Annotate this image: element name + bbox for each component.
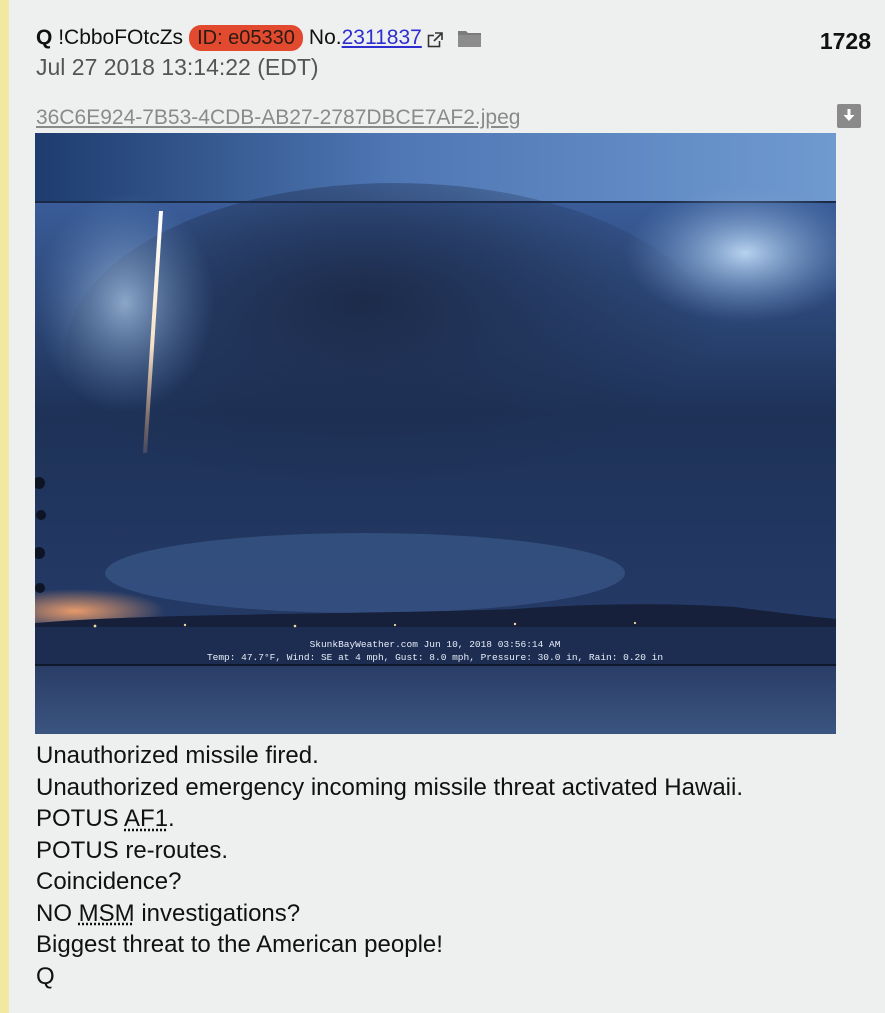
body-line: Biggest threat to the American people! — [36, 931, 443, 958]
post-number-link[interactable]: 2311837 — [342, 26, 422, 50]
body-line: Unauthorized emergency incoming missile … — [36, 773, 743, 801]
post-date: Jul 27 2018 13:14:22 (EDT) — [36, 54, 319, 80]
download-icon[interactable] — [837, 104, 861, 128]
post-author: Q — [36, 26, 53, 49]
body-line: POTUS AF1. — [36, 803, 876, 835]
post-body: Unauthorized missile fired. Unauthorized… — [36, 740, 876, 992]
post-header: Q !CbboFOtcZs ID: e05330 No. 2311837 — [36, 24, 482, 52]
file-name-link[interactable]: 36C6E924-7B53-4CDB-AB27-2787DBCE7AF2.jpe… — [36, 106, 520, 130]
body-line: Coincidence? — [36, 868, 182, 895]
post-number-label: No. — [308, 26, 342, 49]
body-line: NO MSM investigations? — [36, 898, 876, 930]
weather-overlay-line2: Temp: 47.7°F, Wind: SE at 4 mph, Gust: 8… — [207, 652, 663, 663]
post-container: Q !CbboFOtcZs ID: e05330 No. 2311837 172… — [0, 0, 885, 1013]
body-line-signature: Q — [36, 962, 55, 990]
post-tripcode: !CbboFOtcZs — [52, 26, 183, 50]
body-text: . — [168, 805, 175, 832]
body-line: POTUS re-routes. — [36, 836, 229, 864]
weather-overlay-line1: SkunkBayWeather.com Jun 10, 2018 03:56:1… — [310, 639, 561, 650]
body-text: NO — [36, 899, 79, 927]
body-text: investigations? — [134, 899, 301, 927]
external-link-icon[interactable] — [427, 30, 443, 48]
body-line: Unauthorized missile fired. — [36, 742, 319, 769]
abbreviation-msm: MSM — [78, 899, 135, 927]
folder-icon[interactable] — [457, 28, 482, 48]
body-text: POTUS — [36, 805, 125, 832]
tripcode-text: !CbboFOtcZs — [58, 26, 184, 49]
post-accent-bar — [0, 0, 9, 1013]
poster-id-badge[interactable]: ID: e05330 — [189, 25, 303, 51]
post-count: 1728 — [819, 28, 871, 54]
post-image[interactable]: SkunkBayWeather.com Jun 10, 2018 03:56:1… — [35, 133, 836, 734]
abbreviation-af1: AF1 — [124, 805, 169, 832]
